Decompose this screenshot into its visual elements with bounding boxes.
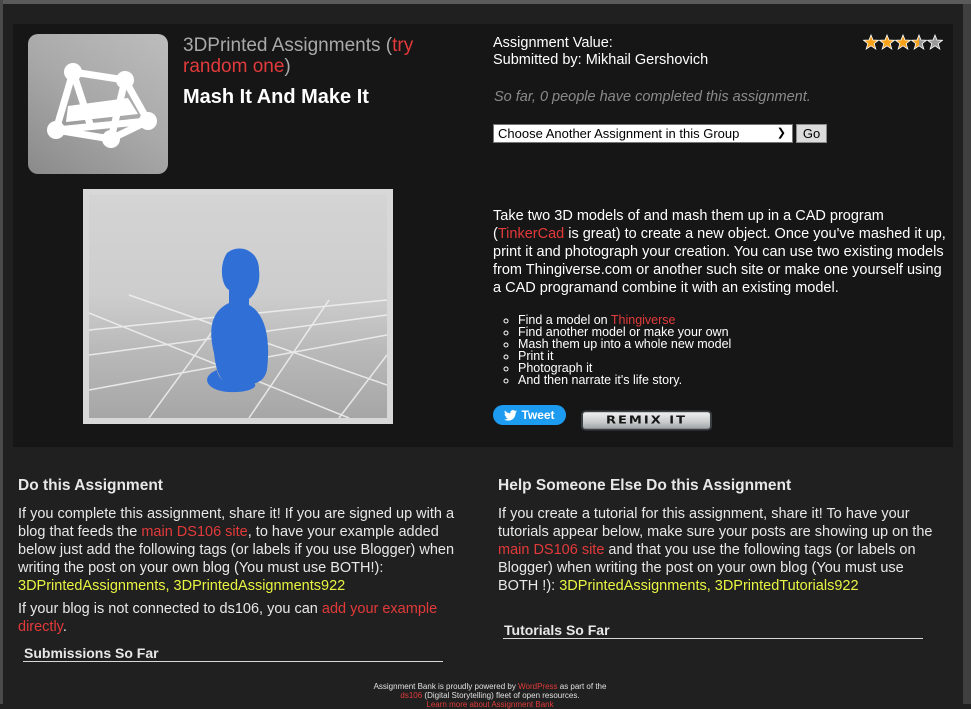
assignment-meta: Assignment Value: Submitted by: Mikhail … xyxy=(493,35,708,69)
submitted-by: Submitted by: Mikhail Gershovich xyxy=(493,52,709,68)
main-ds106-link[interactable]: main DS106 site xyxy=(141,524,247,540)
twitter-bird-icon xyxy=(504,409,518,421)
select-value: Choose Another Assignment in this Group xyxy=(498,126,740,141)
wordpress-link[interactable]: WordPress xyxy=(518,682,557,691)
rating-stars[interactable] xyxy=(863,34,943,50)
steps-list: Find a model on Thingiverse Find another… xyxy=(500,314,731,387)
remix-it-button[interactable]: REMIX IT xyxy=(581,410,712,431)
submissions-heading: Submissions So Far xyxy=(23,645,443,662)
submitter-name: Mikhail Gershovich xyxy=(585,52,709,68)
tweet-button[interactable]: Tweet xyxy=(493,405,566,425)
assignment-tags: 3DPrintedAssignments, 3DPrintedAssignmen… xyxy=(18,578,346,594)
do-assignment-text: If you complete this assignment, share i… xyxy=(18,506,455,594)
assignment-photo xyxy=(83,189,393,424)
go-button[interactable]: Go xyxy=(796,124,827,143)
tutorial-tags: 3DPrintedAssignments, 3DPrintedTutorials… xyxy=(559,578,859,594)
completed-count-text: So far, 0 people have completed this ass… xyxy=(494,89,811,105)
group-line: 3DPrinted Assignments (try random one) xyxy=(183,35,414,77)
chevron-down-icon: ❯ xyxy=(776,127,786,139)
page-scrollbar[interactable] xyxy=(963,4,971,704)
add-example-text: If your blog is not connected to ds106, … xyxy=(18,601,438,635)
footer: Assignment Bank is proudly powered by Wo… xyxy=(373,682,607,709)
star-icon[interactable] xyxy=(895,34,911,50)
do-assignment-heading: Do this Assignment xyxy=(18,477,163,494)
network-tetrahedron-icon xyxy=(47,63,157,148)
page-title: Mash It And Make It xyxy=(183,86,369,108)
star-icon[interactable] xyxy=(863,34,879,50)
left-edge xyxy=(0,0,3,704)
group-name: 3DPrinted Assignments xyxy=(183,35,381,56)
help-assignment-heading: Help Someone Else Do this Assignment xyxy=(498,477,792,494)
assignment-value-label: Assignment Value: xyxy=(493,35,613,51)
model-render-image xyxy=(89,248,387,418)
step-item: And then narrate it's life story. xyxy=(518,374,731,387)
star-icon[interactable] xyxy=(879,34,895,50)
help-assignment-text: If you create a tutorial for this assign… xyxy=(498,506,933,594)
tinkercad-link[interactable]: TinkerCad xyxy=(498,226,564,242)
browser-top-strip xyxy=(0,0,971,4)
star-icon[interactable] xyxy=(911,34,927,50)
ds106-link[interactable]: ds106 xyxy=(400,691,422,700)
tutorials-heading: Tutorials So Far xyxy=(503,622,923,639)
tweet-label: Tweet xyxy=(521,408,555,422)
assignment-group-select[interactable]: Choose Another Assignment in this Group … xyxy=(493,124,793,143)
star-icon[interactable] xyxy=(927,34,943,50)
assignment-description: Take two 3D models of and mash them up i… xyxy=(493,208,946,296)
group-icon[interactable] xyxy=(28,34,168,174)
main-ds106-link-2[interactable]: main DS106 site xyxy=(498,542,604,558)
learn-more-link[interactable]: Learn more about Assignment Bank xyxy=(426,700,553,709)
